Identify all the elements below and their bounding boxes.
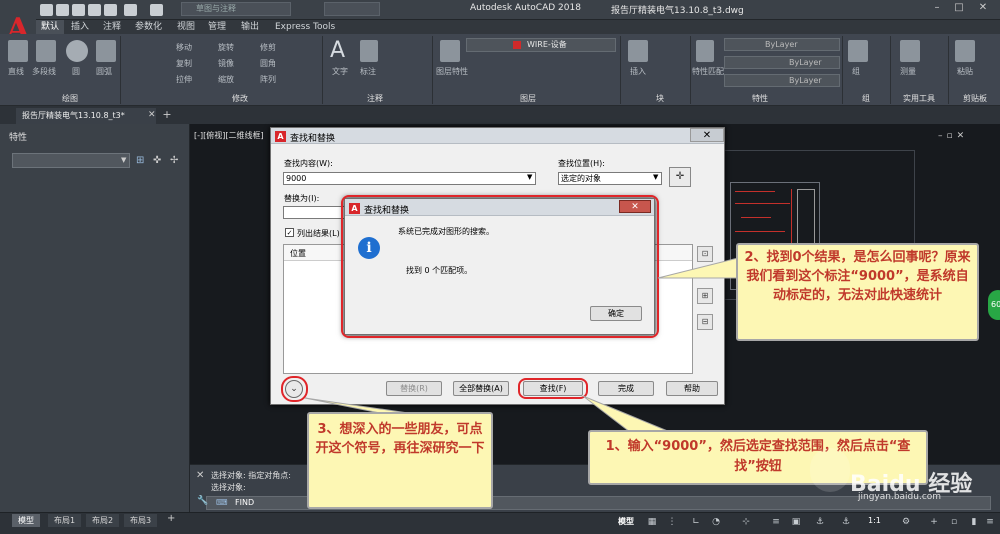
note1-pointer — [582, 395, 671, 433]
annotation-note-2: 2、找到0个结果，是怎么回事呢？原来我们看到这个标注“9000”，是系统自动标定… — [736, 243, 979, 341]
annotation-note-3: 3、想深入的一些朋友，可点开这个符号，再往深研究一下 — [307, 412, 493, 509]
note2-pointer — [657, 257, 739, 279]
baidu-paw-logo — [810, 448, 850, 492]
watermark-url: jingyan.baidu.com — [858, 492, 942, 502]
